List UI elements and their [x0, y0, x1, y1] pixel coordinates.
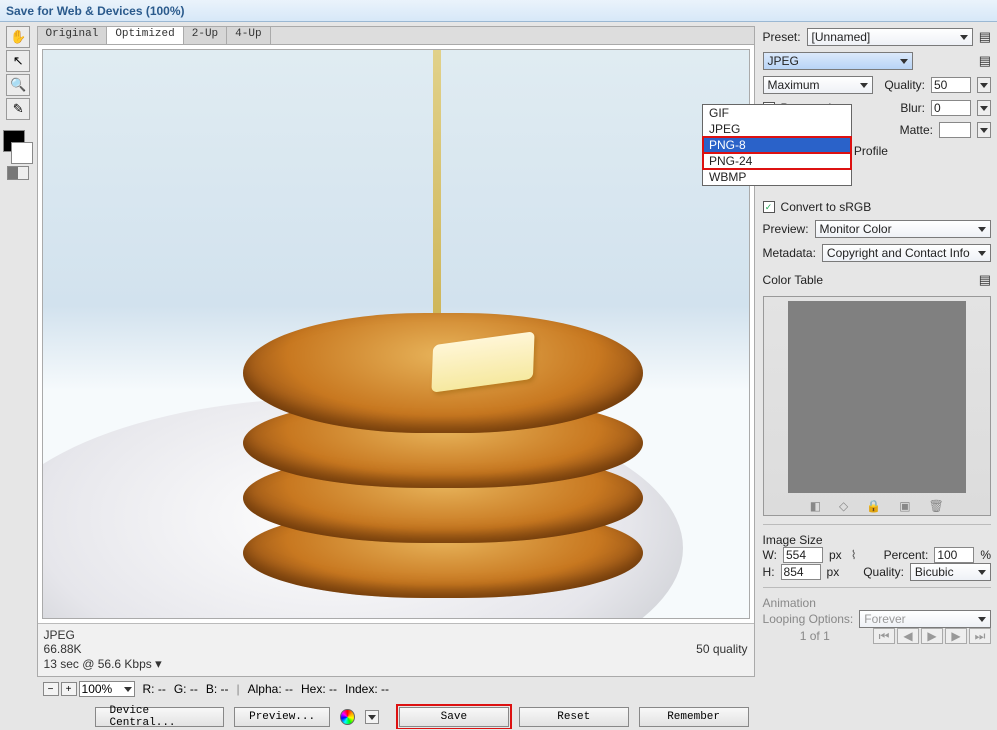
- zoom-in-button[interactable]: +: [61, 682, 77, 696]
- convert-srgb-checkbox[interactable]: ✓: [763, 201, 775, 213]
- ct-trash-icon[interactable]: 🗑: [929, 499, 944, 513]
- status-timing: 13 sec @ 56.6 Kbps: [44, 657, 152, 671]
- matte-label: Matte:: [900, 123, 933, 137]
- info-bar: − + 100% R: -- G: -- B: -- | Alpha: -- H…: [37, 677, 755, 701]
- info-g: G: --: [174, 682, 198, 696]
- device-central-button[interactable]: Device Central...: [95, 707, 225, 727]
- info-hex: Hex: --: [301, 682, 337, 696]
- preview-status: JPEG 50 quality 66.88K 13 sec @ 56.6 Kbp…: [38, 623, 754, 676]
- blur-input[interactable]: 0: [931, 100, 971, 116]
- action-bar: Device Central... Preview... Save Reset …: [37, 701, 755, 727]
- preset-label: Preset:: [763, 30, 801, 44]
- preset-select[interactable]: [Unnamed]: [807, 28, 973, 46]
- w-label: W:: [763, 548, 777, 562]
- preview-tabs: Original Optimized 2-Up 4-Up: [38, 27, 754, 45]
- blur-stepper[interactable]: [977, 100, 991, 116]
- format-select[interactable]: JPEG: [763, 52, 913, 70]
- quality-stepper[interactable]: [977, 77, 991, 93]
- info-r: R: --: [143, 682, 166, 696]
- remember-button[interactable]: Remember: [639, 707, 749, 727]
- looping-select: Forever: [859, 610, 991, 628]
- color-table: ◧ ◇ 🔒 ▣ 🗑: [763, 296, 991, 516]
- ct-new-icon[interactable]: ▣: [899, 499, 910, 513]
- format-option-png8[interactable]: PNG-8: [703, 137, 851, 153]
- preset-flyout-icon[interactable]: ▤: [979, 29, 991, 45]
- preview-select[interactable]: Monitor Color: [815, 220, 991, 238]
- toggle-slices-icon[interactable]: [7, 166, 29, 180]
- ct-cube-icon[interactable]: ◇: [839, 499, 848, 513]
- optimize-flyout-icon[interactable]: ▤: [979, 53, 991, 69]
- reset-button[interactable]: Reset: [519, 707, 629, 727]
- quality-label: Quality:: [884, 78, 925, 92]
- ct-lock-icon[interactable]: 🔒: [866, 499, 881, 513]
- settings-panel: Preset: [Unnamed] ▤ JPEG ▤ GIF JPEG PNG-…: [755, 22, 997, 727]
- info-b: B: --: [206, 682, 229, 696]
- percent-label: Percent:: [884, 548, 929, 562]
- hand-tool[interactable]: ✋: [6, 26, 30, 48]
- save-button[interactable]: Save: [399, 707, 509, 727]
- status-menu-icon[interactable]: ▾: [155, 656, 162, 671]
- tab-optimized[interactable]: Optimized: [107, 27, 183, 44]
- metadata-label: Metadata:: [763, 246, 816, 260]
- link-icon[interactable]: ⌇: [848, 548, 860, 562]
- slice-select-tool[interactable]: ↖: [6, 50, 30, 72]
- frame-indicator: 1 of 1: [763, 629, 867, 643]
- info-alpha: Alpha: --: [248, 682, 293, 696]
- h-label: H:: [763, 565, 775, 579]
- zoom-select[interactable]: 100%: [79, 681, 135, 697]
- status-quality: 50 quality: [696, 642, 747, 656]
- image-size-label: Image Size: [763, 533, 823, 547]
- next-frame-button: ▶: [945, 628, 967, 644]
- first-frame-button: ⏮: [873, 628, 895, 644]
- color-table-flyout-icon[interactable]: ▤: [979, 272, 991, 288]
- info-index: Index: --: [345, 682, 389, 696]
- prev-frame-button: ◀: [897, 628, 919, 644]
- background-swatch[interactable]: [11, 142, 33, 164]
- browser-preview-icon[interactable]: [340, 709, 354, 725]
- tool-column: ✋ ↖ 🔍 ✎: [0, 22, 37, 727]
- status-format: JPEG: [44, 628, 748, 642]
- resample-quality-label: Quality:: [863, 565, 904, 579]
- image-preview[interactable]: [42, 49, 750, 619]
- preview-pane: Original Optimized 2-Up 4-Up JPEG: [37, 26, 755, 677]
- looping-label: Looping Options:: [763, 612, 854, 626]
- quality-input[interactable]: 50: [931, 77, 971, 93]
- quality-preset-select[interactable]: Maximum: [763, 76, 873, 94]
- width-input[interactable]: 554: [783, 547, 823, 563]
- format-option-gif[interactable]: GIF: [703, 105, 851, 121]
- color-table-grid[interactable]: [788, 301, 966, 493]
- status-filesize: 66.88K: [44, 642, 748, 656]
- browser-preview-dropdown[interactable]: [365, 710, 379, 724]
- zoom-tool[interactable]: 🔍: [6, 74, 30, 96]
- play-button: ▶: [921, 628, 943, 644]
- format-dropdown-list[interactable]: GIF JPEG PNG-8 PNG-24 WBMP: [702, 104, 852, 186]
- zoom-out-button[interactable]: −: [43, 682, 59, 696]
- last-frame-button: ⏭: [969, 628, 991, 644]
- window-title: Save for Web & Devices (100%): [6, 4, 185, 18]
- tab-2up[interactable]: 2-Up: [184, 27, 227, 44]
- eyedropper-tool[interactable]: ✎: [6, 98, 30, 120]
- height-input[interactable]: 854: [781, 564, 821, 580]
- ct-eyedrop-icon[interactable]: ◧: [810, 499, 821, 513]
- tab-original[interactable]: Original: [38, 27, 108, 44]
- tab-4up[interactable]: 4-Up: [227, 27, 270, 44]
- preview-select-label: Preview:: [763, 222, 809, 236]
- matte-swatch[interactable]: [939, 122, 971, 138]
- animation-label: Animation: [763, 596, 816, 610]
- matte-dropdown[interactable]: [977, 122, 991, 138]
- format-option-png24[interactable]: PNG-24: [703, 153, 851, 169]
- window-titlebar: Save for Web & Devices (100%): [0, 0, 997, 22]
- percent-input[interactable]: 100: [934, 547, 974, 563]
- format-option-jpeg[interactable]: JPEG: [703, 121, 851, 137]
- format-option-wbmp[interactable]: WBMP: [703, 169, 851, 185]
- preview-button[interactable]: Preview...: [234, 707, 330, 727]
- resample-quality-select[interactable]: Bicubic: [910, 563, 991, 581]
- blur-label: Blur:: [900, 101, 925, 115]
- convert-srgb-label: Convert to sRGB: [781, 200, 872, 214]
- color-table-label: Color Table: [763, 273, 823, 287]
- metadata-select[interactable]: Copyright and Contact Info: [822, 244, 991, 262]
